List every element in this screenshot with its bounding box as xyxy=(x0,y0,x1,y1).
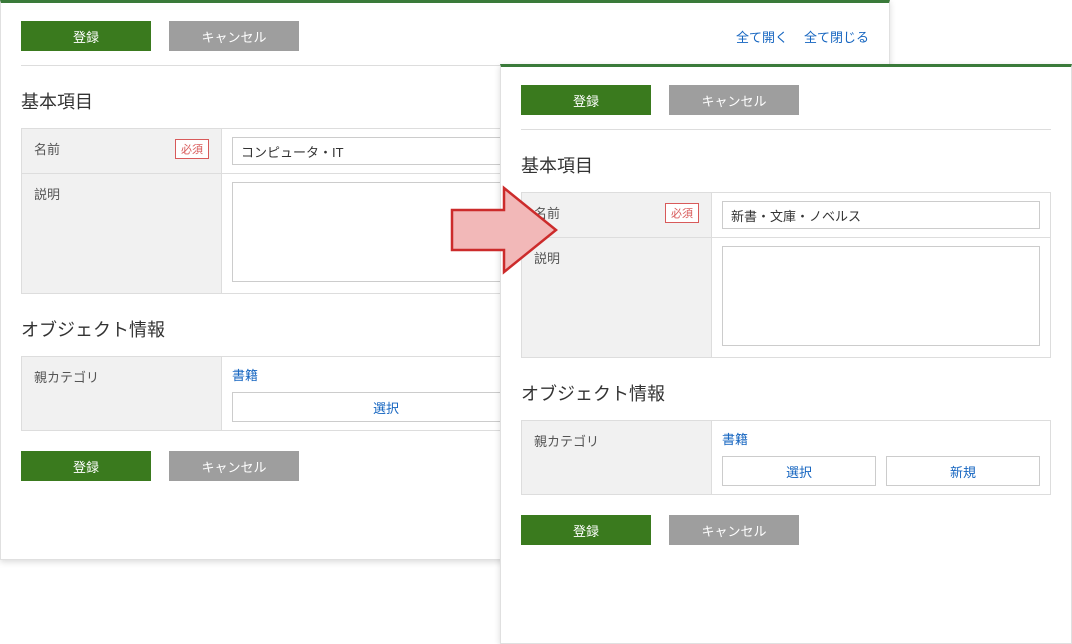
value-cell-description xyxy=(712,238,1050,357)
value-cell-parent-category: 書籍 選択 新規 xyxy=(712,421,1050,494)
cancel-button-bottom[interactable]: キャンセル xyxy=(669,515,799,545)
row-parent-category: 親カテゴリ 書籍 選択 新規 xyxy=(522,421,1050,494)
section-title-object: オブジェクト情報 xyxy=(521,358,1051,420)
description-textarea[interactable] xyxy=(722,246,1040,346)
label-cell-name: 名前 必須 xyxy=(22,129,222,173)
label-description: 説明 xyxy=(34,184,60,203)
label-cell-description: 説明 xyxy=(22,174,222,293)
object-form-table: 親カテゴリ 書籍 選択 新規 xyxy=(521,420,1051,495)
parent-category-link[interactable]: 書籍 xyxy=(722,432,748,447)
arrow-icon xyxy=(444,180,564,280)
label-name: 名前 xyxy=(34,139,60,158)
top-toolbar: 登録 キャンセル 全て開く 全て閉じる xyxy=(21,3,869,66)
label-cell-parent-category: 親カテゴリ xyxy=(22,357,222,430)
select-button[interactable]: 選択 xyxy=(722,456,876,486)
register-button[interactable]: 登録 xyxy=(521,85,651,115)
label-parent-category: 親カテゴリ xyxy=(34,367,99,386)
cancel-button[interactable]: キャンセル xyxy=(669,85,799,115)
name-input[interactable] xyxy=(722,201,1040,229)
register-button-bottom[interactable]: 登録 xyxy=(21,451,151,481)
label-parent-category: 親カテゴリ xyxy=(534,431,599,450)
expand-all-link[interactable]: 全て開く xyxy=(736,27,788,46)
required-badge: 必須 xyxy=(665,203,699,223)
required-badge: 必須 xyxy=(175,139,209,159)
basic-form-table: 名前 必須 説明 xyxy=(521,192,1051,358)
top-toolbar: 登録 キャンセル xyxy=(521,67,1051,130)
bottom-toolbar: 登録 キャンセル xyxy=(521,495,1051,545)
register-button-bottom[interactable]: 登録 xyxy=(521,515,651,545)
section-title-basic: 基本項目 xyxy=(521,130,1051,192)
sub-btn-row: 選択 新規 xyxy=(722,456,1040,486)
register-button[interactable]: 登録 xyxy=(21,21,151,51)
parent-category-link[interactable]: 書籍 xyxy=(232,368,258,383)
toolbar-links: 全て開く 全て閉じる xyxy=(736,27,869,46)
value-cell-name xyxy=(712,193,1050,237)
panel-right: 登録 キャンセル 基本項目 名前 必須 説明 オブジェクト情報 親カテゴリ xyxy=(500,64,1072,644)
row-name: 名前 必須 xyxy=(522,193,1050,238)
label-cell-parent-category: 親カテゴリ xyxy=(522,421,712,494)
cancel-button[interactable]: キャンセル xyxy=(169,21,299,51)
row-description: 説明 xyxy=(522,238,1050,357)
cancel-button-bottom[interactable]: キャンセル xyxy=(169,451,299,481)
collapse-all-link[interactable]: 全て閉じる xyxy=(804,27,869,46)
new-button[interactable]: 新規 xyxy=(886,456,1040,486)
select-button[interactable]: 選択 xyxy=(232,392,540,422)
